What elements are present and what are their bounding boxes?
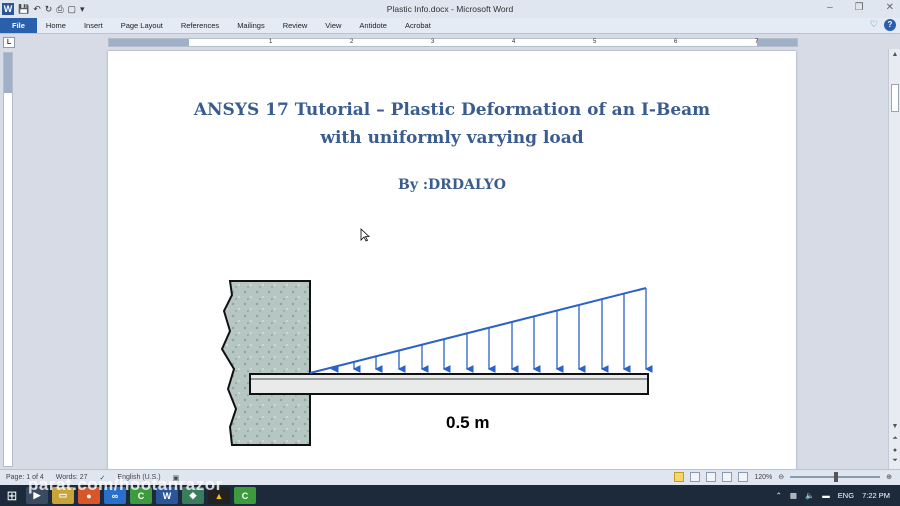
view-zoom-controls: 120% ⊖ ⊕: [674, 472, 892, 482]
tab-home[interactable]: Home: [37, 18, 75, 33]
scroll-up-icon[interactable]: ▲: [889, 51, 900, 58]
system-tray: ⌃ ▦ 🔈 ▬ ENG 7:22 PM: [776, 485, 890, 506]
ribbon-right-controls: ♡ ?: [870, 19, 896, 31]
zoom-in-icon[interactable]: ⊕: [886, 473, 892, 481]
draft-view-button[interactable]: [738, 472, 749, 482]
tab-view[interactable]: View: [316, 18, 350, 33]
document-page[interactable]: ANSYS 17 Tutorial – Plastic Deformation …: [108, 51, 796, 469]
i-beam: [249, 373, 649, 395]
ruler-tick: 6: [674, 39, 678, 45]
beam-length-label: 0.5 m: [446, 413, 490, 432]
save-icon[interactable]: 💾: [18, 3, 29, 15]
zoom-slider-knob[interactable]: [834, 472, 839, 482]
proofing-icon[interactable]: ✓: [94, 474, 112, 482]
word-taskbar-icon[interactable]: W: [156, 487, 178, 504]
ruler-right-margin: [757, 39, 797, 46]
web-layout-view-button[interactable]: [706, 472, 717, 482]
redo-icon[interactable]: ↻: [45, 3, 53, 15]
window-controls: – ❐ ✕: [827, 2, 894, 13]
window-title: Plastic Info.docx - Microsoft Word: [386, 4, 514, 14]
expand-ribbon-icon[interactable]: ♡: [870, 19, 878, 31]
ruler-tick: 7: [755, 39, 759, 45]
quick-access-toolbar: W 💾 ↶ ↻ ⎙ ▢ ▾: [0, 3, 85, 15]
start-button-icon[interactable]: ⊞: [0, 485, 24, 506]
tab-antidote[interactable]: Antidote: [350, 18, 396, 33]
ruler-tick: 2: [350, 39, 354, 45]
browse-object-icon[interactable]: ●: [889, 447, 900, 454]
file-explorer-icon[interactable]: ▭: [52, 487, 74, 504]
full-screen-reading-view-button[interactable]: [690, 472, 701, 482]
horizontal-ruler[interactable]: 1 2 3 4 5 6 7: [108, 38, 798, 47]
tab-page-layout[interactable]: Page Layout: [112, 18, 172, 33]
camtasia-icon[interactable]: C: [130, 487, 152, 504]
customize-qat-icon[interactable]: ▾: [80, 3, 85, 15]
tab-acrobat[interactable]: Acrobat: [396, 18, 440, 33]
vertical-scrollbar[interactable]: ▲ ▼ ⏶ ● ⏷: [888, 49, 900, 469]
ruler-tick: 4: [512, 39, 516, 45]
network-icon[interactable]: ▦: [790, 491, 797, 500]
outline-view-button[interactable]: [722, 472, 733, 482]
word-count[interactable]: Words: 27: [50, 474, 94, 481]
close-icon[interactable]: ✕: [886, 2, 894, 13]
scroll-down-icon[interactable]: ▼: [889, 423, 900, 430]
word-logo-icon[interactable]: W: [2, 3, 14, 15]
tab-selector-button[interactable]: L: [3, 37, 15, 48]
tab-review[interactable]: Review: [274, 18, 317, 33]
restore-icon[interactable]: ❐: [855, 2, 864, 13]
title-line-2: with uniformly varying load: [320, 128, 584, 148]
ruler-tick: 3: [431, 39, 435, 45]
ruler-left-margin: [109, 39, 189, 46]
title-bar: W 💾 ↶ ↻ ⎙ ▢ ▾ Plastic Info.docx - Micros…: [0, 0, 900, 18]
visual-studio-icon[interactable]: ∞: [104, 487, 126, 504]
document-author: By :DRDALYO: [398, 177, 506, 193]
document-area[interactable]: ANSYS 17 Tutorial – Plastic Deformation …: [16, 49, 886, 469]
beam-diagram: [220, 280, 653, 446]
ruler-row: L 1 2 3 4 5 6 7: [0, 35, 900, 49]
volume-icon[interactable]: 🔈: [805, 491, 814, 500]
tab-file[interactable]: File: [0, 18, 37, 33]
firefox-icon[interactable]: ●: [78, 487, 100, 504]
ruler-tick: 5: [593, 39, 597, 45]
zoom-out-icon[interactable]: ⊖: [778, 473, 784, 481]
cantilever-beam-figure: 0.5 m: [218, 277, 668, 447]
concrete-wall: [220, 280, 311, 446]
ruler-tick: 1: [269, 39, 273, 45]
undo-icon[interactable]: ↶: [33, 3, 41, 15]
tab-references[interactable]: References: [172, 18, 228, 33]
media-player-icon[interactable]: ▶: [26, 487, 48, 504]
clock[interactable]: 7:22 PM: [862, 491, 890, 500]
ansys-icon[interactable]: ▲: [208, 487, 230, 504]
taskbar: ⊞ ▶ ▭ ● ∞ C W ◆ ▲ C ⌃ ▦ 🔈 ▬ ENG 7:22 PM: [0, 485, 900, 506]
print-icon[interactable]: ⎙: [56, 3, 63, 15]
help-icon[interactable]: ?: [884, 19, 896, 31]
title-line-1: ANSYS 17 Tutorial – Plastic Deformation …: [193, 100, 711, 120]
page-count[interactable]: Page: 1 of 4: [0, 474, 50, 481]
camtasia-recorder-icon[interactable]: C: [234, 487, 256, 504]
print-layout-view-button[interactable]: [674, 472, 685, 482]
scrollbar-thumb[interactable]: [891, 84, 899, 112]
mouse-cursor-icon: [360, 228, 370, 242]
tab-insert[interactable]: Insert: [75, 18, 112, 33]
zoom-level[interactable]: 120%: [754, 474, 772, 481]
previous-page-icon[interactable]: ⏶: [889, 435, 900, 443]
new-document-icon[interactable]: ▢: [68, 3, 77, 15]
ribbon-tabs: File Home Insert Page Layout References …: [0, 18, 900, 34]
minimize-icon[interactable]: –: [827, 2, 833, 13]
action-center-icon[interactable]: ▬: [822, 491, 830, 500]
tab-mailings[interactable]: Mailings: [228, 18, 274, 33]
document-title: ANSYS 17 Tutorial – Plastic Deformation …: [108, 96, 796, 152]
show-hidden-icons-icon[interactable]: ⌃: [776, 491, 782, 500]
ruler-top-margin: [4, 53, 12, 93]
input-language[interactable]: ENG: [838, 491, 854, 500]
language-status[interactable]: English (U.S.): [111, 474, 166, 481]
vertical-ruler[interactable]: [3, 52, 13, 467]
next-page-icon[interactable]: ⏷: [889, 457, 900, 465]
status-bar: Page: 1 of 4 Words: 27 ✓ English (U.S.) …: [0, 469, 900, 485]
macro-record-icon[interactable]: ▣: [167, 474, 186, 482]
zoom-slider[interactable]: [790, 472, 881, 482]
chart-app-icon[interactable]: ◆: [182, 487, 204, 504]
load-line: [309, 287, 647, 374]
